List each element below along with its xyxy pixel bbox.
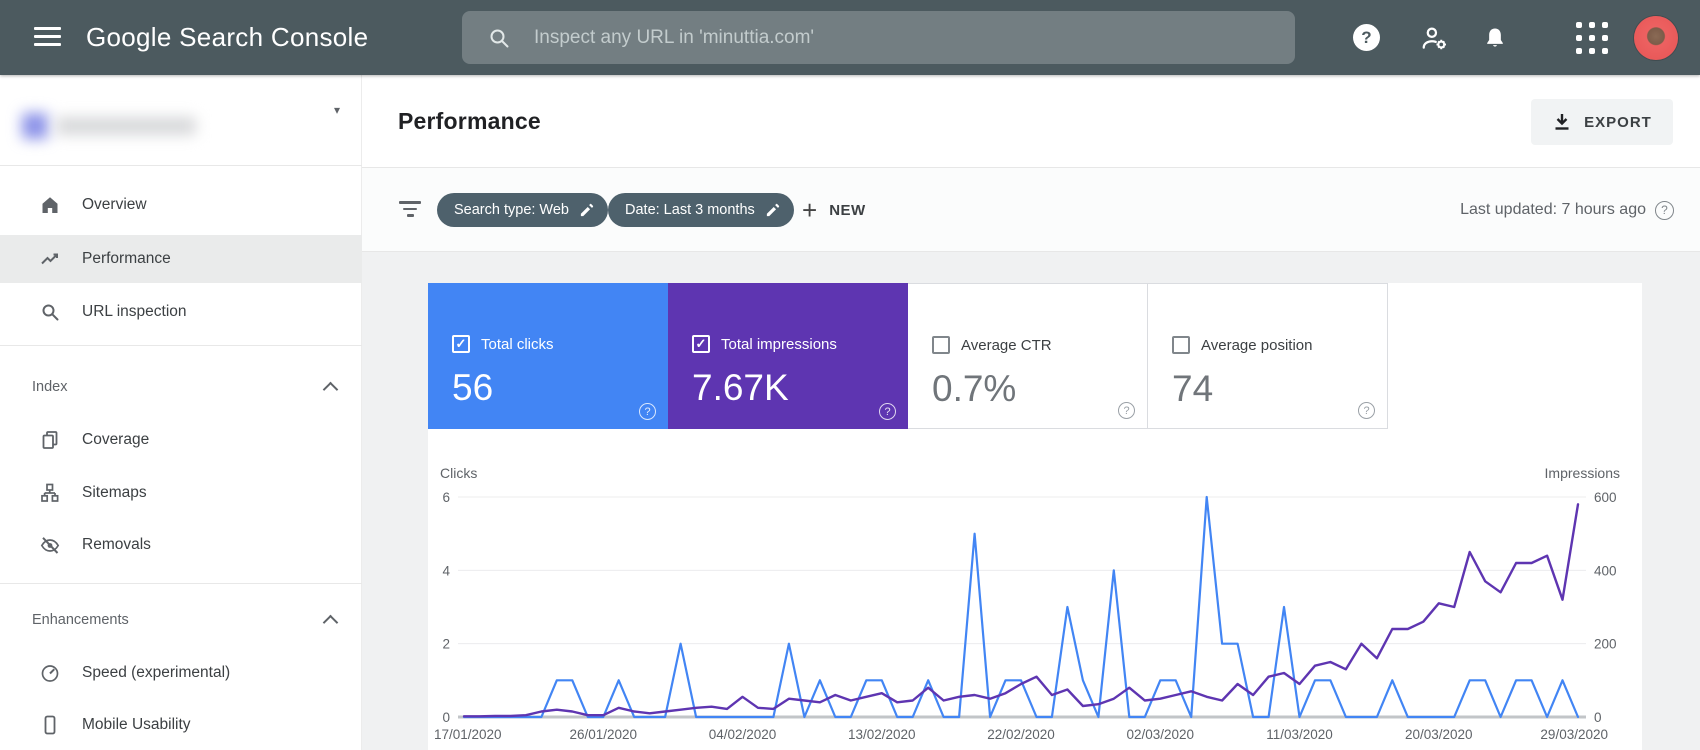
new-filter-button[interactable]: + NEW	[802, 168, 866, 252]
top-app-bar: Google Search Console ?	[0, 0, 1700, 75]
chevron-up-icon	[322, 381, 339, 397]
checkbox-unchecked-icon[interactable]: ✓	[1172, 336, 1190, 354]
avatar	[1634, 15, 1678, 60]
menu-icon[interactable]	[34, 27, 61, 48]
sidebar-section-enhancements[interactable]: Enhancements	[0, 602, 362, 638]
svg-text:04/02/2020: 04/02/2020	[709, 727, 777, 742]
filter-chip-search-type[interactable]: Search type: Web	[437, 193, 608, 227]
svg-text:4: 4	[442, 563, 450, 578]
property-selector[interactable]: ▾	[0, 75, 362, 165]
smartphone-icon	[38, 713, 62, 737]
svg-text:13/02/2020: 13/02/2020	[848, 727, 916, 742]
svg-text:20/03/2020: 20/03/2020	[1405, 727, 1473, 742]
sidebar-item-performance[interactable]: Performance	[0, 235, 362, 283]
sidebar-section-index[interactable]: Index	[0, 369, 362, 405]
eye-off-icon	[38, 533, 62, 557]
svg-text:22/02/2020: 22/02/2020	[987, 727, 1055, 742]
bell-icon	[1487, 27, 1503, 47]
app-logo: Google Search Console	[86, 22, 369, 52]
svg-text:200: 200	[1594, 637, 1617, 652]
checkbox-checked-icon[interactable]: ✓	[692, 335, 710, 353]
svg-text:6: 6	[442, 490, 450, 505]
svg-text:29/03/2020: 29/03/2020	[1540, 727, 1608, 742]
sitemap-icon	[38, 481, 62, 505]
checkbox-checked-icon[interactable]: ✓	[452, 335, 470, 353]
svg-text:17/01/2020: 17/01/2020	[434, 727, 502, 742]
tile-total-impressions[interactable]: ✓ Total impressions 7.67K ?	[668, 283, 908, 429]
search-icon	[490, 29, 509, 47]
filter-bar: Search type: Web Date: Last 3 months + N…	[362, 168, 1700, 252]
download-icon	[1555, 114, 1569, 130]
tile-average-ctr[interactable]: ✓ Average CTR 0.7% ?	[908, 283, 1148, 429]
search-icon	[38, 300, 62, 324]
svg-text:400: 400	[1594, 563, 1617, 578]
help-circle-icon[interactable]: ?	[1118, 402, 1135, 419]
sidebar-item-removals[interactable]: Removals	[0, 521, 362, 569]
sidebar-item-coverage[interactable]: Coverage	[0, 416, 362, 464]
series-impressions	[462, 503, 1580, 718]
property-favicon	[22, 113, 48, 139]
svg-text:600: 600	[1594, 490, 1617, 505]
pages-icon	[38, 428, 62, 452]
tile-average-position[interactable]: ✓ Average position 74 ?	[1148, 283, 1388, 429]
svg-text:2: 2	[442, 637, 450, 652]
sidebar: ▾ Overview Performance URL inspection In…	[0, 75, 362, 750]
sidebar-item-overview[interactable]: Overview	[0, 181, 362, 229]
page-header: Performance EXPORT	[362, 75, 1700, 168]
user-settings-button[interactable]	[1420, 0, 1450, 75]
tile-filler	[1388, 283, 1642, 429]
tile-total-clicks[interactable]: ✓ Total clicks 56 ?	[428, 283, 668, 429]
performance-chart: Clicks Impressions 6 4 2 0 600 400 200 0 17/01/2…	[428, 429, 1642, 750]
sidebar-item-speed[interactable]: Speed (experimental)	[0, 649, 362, 697]
metric-value: 74	[1172, 368, 1214, 409]
url-inspect-searchbox[interactable]	[462, 11, 1295, 64]
apps-grid-icon	[1576, 21, 1608, 54]
help-circle-icon[interactable]: ?	[879, 403, 896, 420]
google-apps-button[interactable]	[1576, 0, 1608, 75]
metric-value: 7.67K	[692, 367, 789, 408]
plus-icon: +	[802, 195, 818, 225]
performance-panel: ✓ Total clicks 56 ? ✓ Total impressions …	[428, 283, 1642, 750]
help-button[interactable]: ?	[1353, 0, 1380, 75]
help-icon: ?	[1353, 24, 1380, 51]
page-title: Performance	[398, 108, 541, 134]
pencil-icon	[580, 203, 594, 216]
divider	[0, 583, 362, 584]
checkbox-unchecked-icon[interactable]: ✓	[932, 336, 950, 354]
pencil-icon	[766, 203, 779, 216]
account-button[interactable]	[1634, 0, 1678, 75]
metric-value: 56	[452, 367, 494, 408]
trend-icon	[38, 247, 62, 271]
sidebar-item-url-inspection[interactable]: URL inspection	[0, 288, 362, 336]
notifications-button[interactable]	[1482, 0, 1508, 75]
svg-text:0: 0	[442, 710, 450, 725]
speedometer-icon	[38, 661, 62, 685]
divider	[0, 165, 362, 166]
svg-text:26/01/2020: 26/01/2020	[569, 727, 637, 742]
last-updated: Last updated: 7 hours ago ?	[1460, 168, 1674, 252]
divider	[0, 345, 362, 346]
property-name-blurred	[22, 108, 222, 144]
caret-down-icon: ▾	[334, 103, 341, 117]
export-button[interactable]: EXPORT	[1531, 99, 1673, 145]
search-input[interactable]	[532, 25, 1236, 50]
sidebar-item-sitemaps[interactable]: Sitemaps	[0, 469, 362, 517]
help-circle-icon[interactable]: ?	[639, 403, 656, 420]
home-icon	[38, 193, 62, 217]
filter-chip-date[interactable]: Date: Last 3 months	[608, 193, 794, 227]
user-gear-icon	[1422, 27, 1446, 49]
chart-canvas[interactable]: 6 4 2 0 600 400 200 0 17/01/2020 26/01/2020 04/02/…	[428, 429, 1642, 750]
help-circle-icon[interactable]: ?	[1358, 402, 1375, 419]
chevron-up-icon	[322, 614, 339, 630]
filter-icon[interactable]	[398, 201, 422, 221]
help-circle-icon[interactable]: ?	[1655, 200, 1674, 220]
svg-text:02/03/2020: 02/03/2020	[1126, 727, 1194, 742]
sidebar-item-mobile-usability[interactable]: Mobile Usability	[0, 701, 362, 749]
svg-text:0: 0	[1594, 710, 1602, 725]
metric-value: 0.7%	[932, 368, 1017, 409]
svg-text:11/03/2020: 11/03/2020	[1266, 727, 1333, 742]
metric-tiles: ✓ Total clicks 56 ? ✓ Total impressions …	[428, 283, 1642, 429]
